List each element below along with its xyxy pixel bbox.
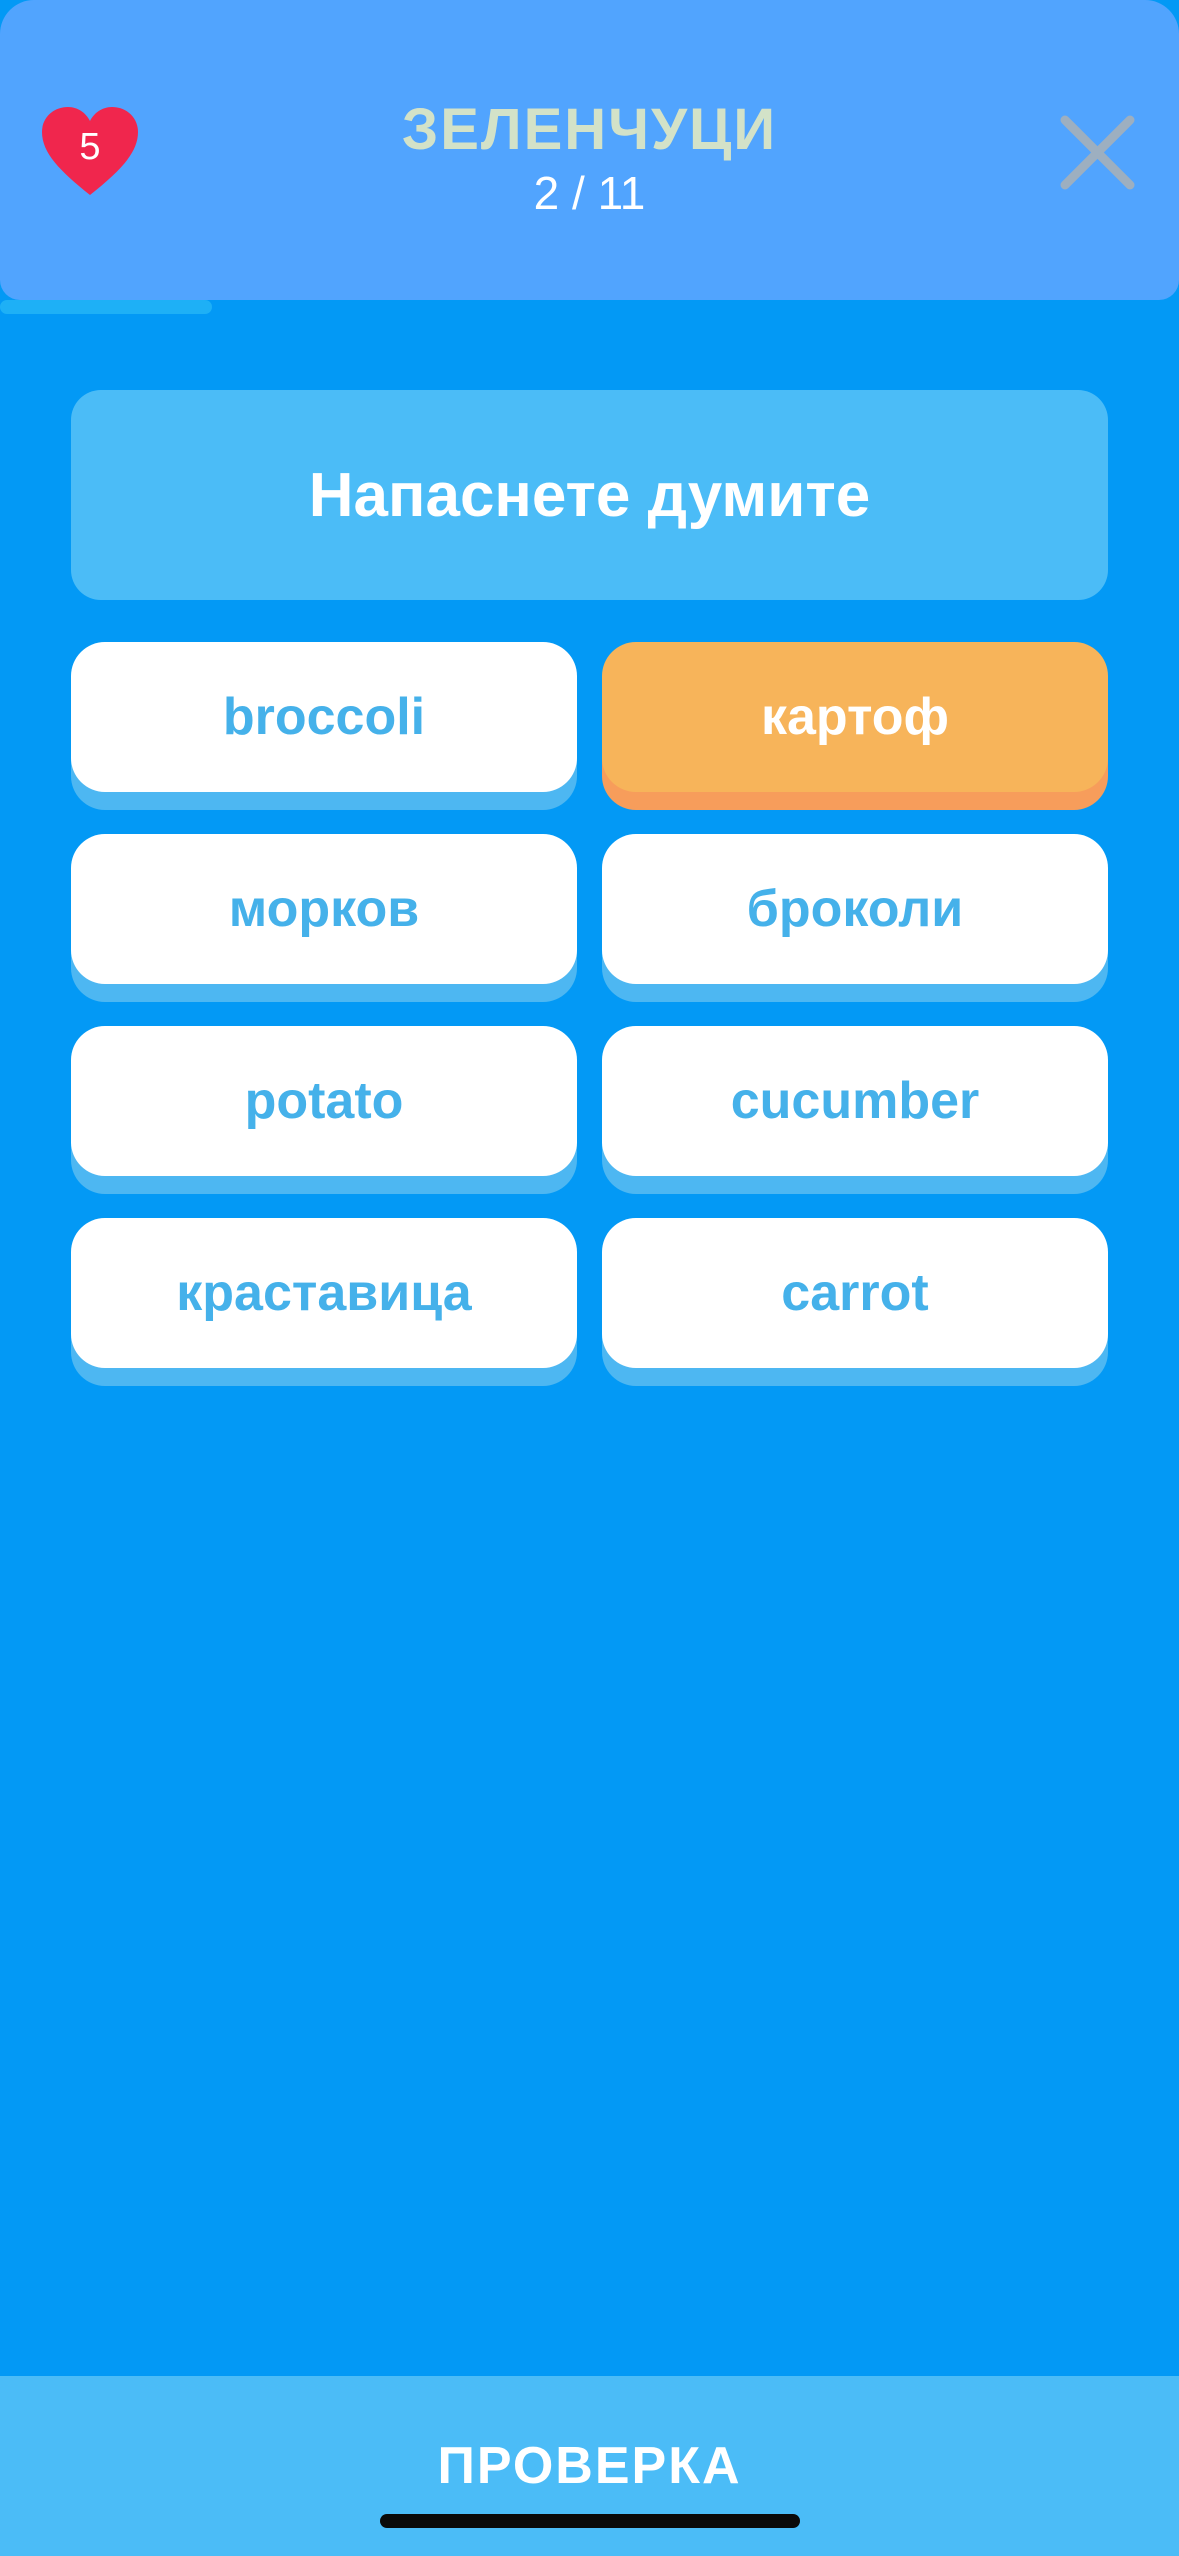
instruction-text: Напаснете думите xyxy=(308,460,871,530)
word-card[interactable]: картоф xyxy=(602,642,1108,792)
word-card[interactable]: carrot xyxy=(602,1218,1108,1368)
word-card-label: броколи xyxy=(746,880,964,938)
home-indicator[interactable] xyxy=(380,2514,800,2528)
word-card[interactable]: броколи xyxy=(602,834,1108,984)
word-card[interactable]: cucumber xyxy=(602,1026,1108,1176)
progress-fill xyxy=(0,300,213,314)
word-card[interactable]: краставица xyxy=(71,1218,577,1368)
page-title: ЗЕЛЕНЧУЦИ xyxy=(401,97,778,162)
word-card[interactable]: морков xyxy=(71,834,577,984)
word-card-label: carrot xyxy=(781,1264,929,1322)
lives-count: 5 xyxy=(79,126,101,168)
word-card-label: broccoli xyxy=(222,688,426,746)
progress-bar xyxy=(0,300,1179,316)
word-card[interactable]: potato xyxy=(71,1026,577,1176)
close-icon xyxy=(1060,115,1135,190)
question-counter: 2 / 11 xyxy=(533,167,646,219)
word-card-label: краставица xyxy=(176,1264,472,1322)
word-card-label: картоф xyxy=(760,688,950,746)
header-bar: 5 ЗЕЛЕНЧУЦИ 2 / 11 xyxy=(0,0,1179,300)
instruction-panel: Напаснете думите xyxy=(71,390,1108,600)
close-button[interactable] xyxy=(1055,110,1140,195)
word-card[interactable]: broccoli xyxy=(71,642,577,792)
word-card-label: морков xyxy=(228,880,420,938)
word-card-label: potato xyxy=(244,1072,404,1130)
footer-bar: ПРОВЕРКА xyxy=(0,2376,1179,2556)
check-button-label: ПРОВЕРКА xyxy=(437,2437,742,2495)
word-card-label: cucumber xyxy=(730,1072,980,1130)
check-button[interactable]: ПРОВЕРКА xyxy=(0,2376,1179,2556)
